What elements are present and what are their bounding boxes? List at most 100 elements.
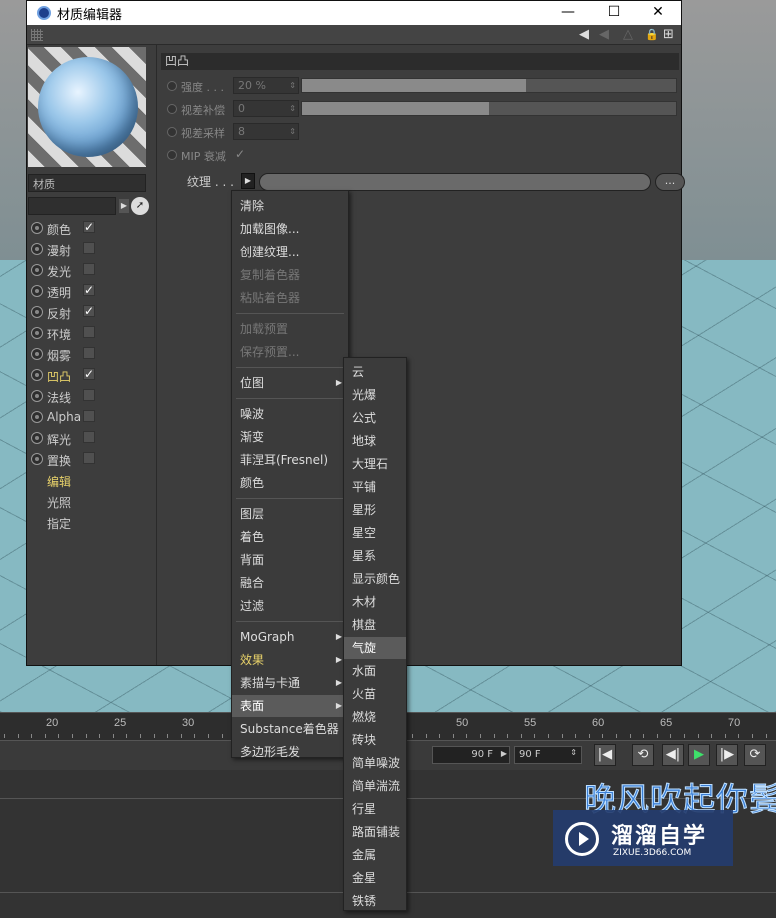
material-name-field[interactable]: 材质 bbox=[28, 174, 146, 192]
channel-item[interactable]: 漫射 bbox=[27, 239, 155, 260]
radio-icon[interactable] bbox=[31, 285, 43, 297]
surface-submenu-item[interactable]: 火苗 bbox=[344, 683, 406, 705]
end-frame-field-2[interactable]: 90 F ⇕ bbox=[514, 746, 582, 764]
texture-menu-button[interactable]: ▶ bbox=[241, 173, 255, 189]
context-menu-item[interactable]: 创建纹理... bbox=[232, 241, 348, 263]
context-menu-item[interactable]: 颜色 bbox=[232, 472, 348, 494]
context-menu-item[interactable]: 图层 bbox=[232, 503, 348, 525]
arrow-right-icon[interactable]: ▶ bbox=[119, 199, 129, 213]
surface-submenu-item[interactable]: 星空 bbox=[344, 522, 406, 544]
radio-icon[interactable] bbox=[31, 264, 43, 276]
radio-icon[interactable] bbox=[31, 432, 43, 444]
channel-item[interactable]: 置换 bbox=[27, 449, 155, 470]
surface-submenu-item[interactable]: 气旋 bbox=[344, 637, 406, 659]
surface-submenu-item[interactable]: 星形 bbox=[344, 499, 406, 521]
spinner-icon[interactable]: ⇕ bbox=[289, 101, 296, 116]
radio-icon[interactable] bbox=[31, 222, 43, 234]
param-value-field[interactable]: 8 ⇕ bbox=[233, 123, 299, 140]
context-menu-item[interactable]: 过滤 bbox=[232, 595, 348, 617]
loop-icon[interactable]: ⟲ bbox=[632, 744, 654, 766]
channel-checkbox[interactable] bbox=[83, 347, 95, 359]
radio-icon[interactable] bbox=[31, 411, 43, 423]
param-radio-icon[interactable] bbox=[167, 104, 177, 114]
channel-item[interactable]: 凹凸 ✓ bbox=[27, 365, 155, 386]
picker-arrow-icon[interactable]: ➚ bbox=[131, 197, 149, 215]
context-menu-item[interactable]: 位图 ▶ bbox=[232, 372, 348, 394]
param-checkbox[interactable]: ✓ bbox=[235, 147, 245, 161]
context-menu-item[interactable]: MoGraph ▶ bbox=[232, 626, 348, 648]
channel-item[interactable]: 法线 bbox=[27, 386, 155, 407]
surface-submenu-item[interactable]: 木材 bbox=[344, 591, 406, 613]
step-forward-icon[interactable]: |▶ bbox=[716, 744, 738, 766]
end-frame-field[interactable]: 90 F ▶ bbox=[432, 746, 510, 764]
param-radio-icon[interactable] bbox=[167, 150, 177, 160]
subtab-item[interactable]: 编辑 bbox=[47, 473, 71, 490]
channel-checkbox[interactable]: ✓ bbox=[83, 368, 95, 380]
channel-checkbox[interactable]: ✓ bbox=[83, 305, 95, 317]
context-menu-item[interactable]: 融合 bbox=[232, 572, 348, 594]
context-menu-item[interactable]: 保存预置... bbox=[232, 341, 348, 363]
surface-submenu-item[interactable]: 星系 bbox=[344, 545, 406, 567]
channel-checkbox[interactable] bbox=[83, 431, 95, 443]
surface-submenu-item[interactable]: 光爆 bbox=[344, 384, 406, 406]
channel-checkbox[interactable] bbox=[83, 242, 95, 254]
surface-submenu-item[interactable]: 显示颜色 bbox=[344, 568, 406, 590]
radio-icon[interactable] bbox=[31, 453, 43, 465]
channel-checkbox[interactable]: ✓ bbox=[83, 221, 95, 233]
spinner-icon[interactable]: ⇕ bbox=[289, 78, 296, 93]
channel-item[interactable]: 烟雾 bbox=[27, 344, 155, 365]
surface-submenu-item[interactable]: 简单噪波 bbox=[344, 752, 406, 774]
radio-icon[interactable] bbox=[31, 243, 43, 255]
channel-checkbox[interactable]: ✓ bbox=[83, 284, 95, 296]
channel-item[interactable]: 反射 ✓ bbox=[27, 302, 155, 323]
goto-start-icon[interactable]: |◀ bbox=[594, 744, 616, 766]
context-menu-item[interactable]: 清除 bbox=[232, 195, 348, 217]
close-button[interactable]: ✕ bbox=[635, 1, 681, 25]
material-search-input[interactable] bbox=[28, 197, 116, 215]
surface-submenu-item[interactable]: 地球 bbox=[344, 430, 406, 452]
lock-icon[interactable]: 🔒 bbox=[645, 27, 659, 43]
surface-submenu-item[interactable]: 金星 bbox=[344, 867, 406, 889]
subtab-item[interactable]: 指定 bbox=[47, 515, 71, 532]
radio-icon[interactable] bbox=[31, 390, 43, 402]
surface-submenu-item[interactable]: 简单湍流 bbox=[344, 775, 406, 797]
context-menu-item[interactable]: 着色 bbox=[232, 526, 348, 548]
surface-submenu-item[interactable]: 大理石 bbox=[344, 453, 406, 475]
param-slider[interactable] bbox=[301, 78, 677, 93]
channel-item[interactable]: 环境 bbox=[27, 323, 155, 344]
spinner-icon[interactable]: ⇕ bbox=[289, 124, 296, 139]
channel-checkbox[interactable] bbox=[83, 410, 95, 422]
grip-icon[interactable] bbox=[31, 29, 43, 41]
param-slider[interactable] bbox=[301, 101, 677, 116]
context-menu-item[interactable]: 背面 bbox=[232, 549, 348, 571]
surface-submenu-item[interactable]: 平铺 bbox=[344, 476, 406, 498]
minimize-button[interactable]: — bbox=[545, 1, 591, 25]
context-menu-item[interactable]: 粘贴着色器 bbox=[232, 287, 348, 309]
context-menu-item[interactable]: 表面 ▶ bbox=[232, 695, 348, 717]
add-panel-icon[interactable]: ⊞ bbox=[663, 27, 674, 43]
arrow-forward-icon[interactable]: ◀ bbox=[599, 27, 609, 43]
channel-checkbox[interactable] bbox=[83, 326, 95, 338]
channel-checkbox[interactable] bbox=[83, 263, 95, 275]
context-menu-item[interactable]: 菲涅耳(Fresnel) bbox=[232, 449, 348, 471]
context-menu-item[interactable]: 多边形毛发 bbox=[232, 741, 348, 763]
channel-item[interactable]: 辉光 bbox=[27, 428, 155, 449]
surface-submenu-item[interactable]: 行星 bbox=[344, 798, 406, 820]
surface-submenu-item[interactable]: 金属 bbox=[344, 844, 406, 866]
param-radio-icon[interactable] bbox=[167, 127, 177, 137]
step-back-icon[interactable]: ◀| bbox=[662, 744, 684, 766]
surface-submenu-item[interactable]: 云 bbox=[344, 361, 406, 383]
triangle-icon[interactable]: △ bbox=[623, 27, 633, 43]
radio-icon[interactable] bbox=[31, 348, 43, 360]
surface-submenu-item[interactable]: 棋盘 bbox=[344, 614, 406, 636]
param-value-field[interactable]: 20 % ⇕ bbox=[233, 77, 299, 94]
channel-item[interactable]: 透明 ✓ bbox=[27, 281, 155, 302]
param-value-field[interactable]: 0 ⇕ bbox=[233, 100, 299, 117]
surface-submenu-item[interactable]: 水面 bbox=[344, 660, 406, 682]
record-icon[interactable]: ⟳ bbox=[744, 744, 766, 766]
context-menu-item[interactable]: Substance着色器 bbox=[232, 718, 348, 740]
context-menu-item[interactable]: 加载图像... bbox=[232, 218, 348, 240]
context-menu-item[interactable]: 效果 ▶ bbox=[232, 649, 348, 671]
context-menu-item[interactable]: 素描与卡通 ▶ bbox=[232, 672, 348, 694]
surface-submenu-item[interactable]: 公式 bbox=[344, 407, 406, 429]
